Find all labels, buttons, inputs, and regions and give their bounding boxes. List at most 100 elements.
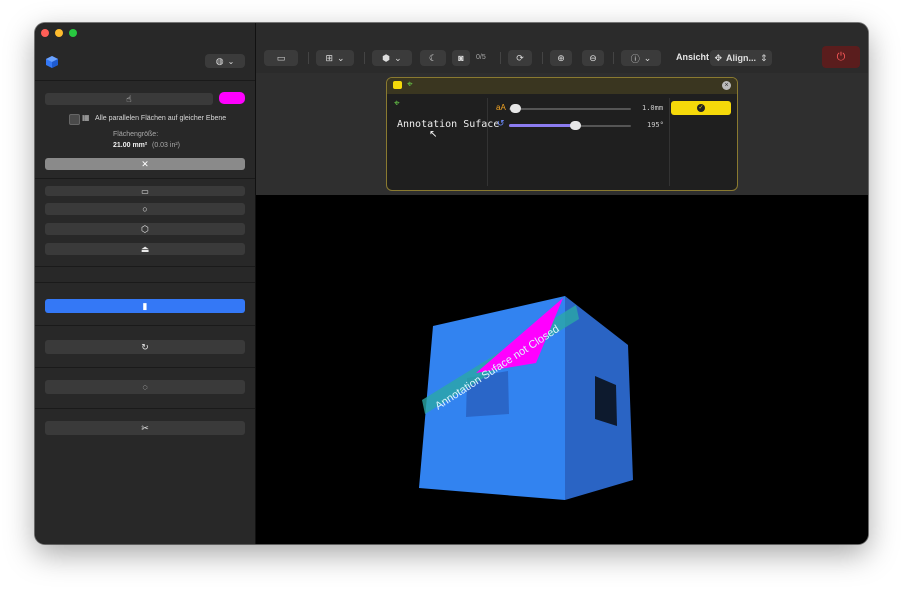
annotation-text-input[interactable]: Annotation Suface <box>397 119 499 130</box>
refresh-button[interactable]: ↻ <box>45 340 245 354</box>
cube-outline-icon: ⬡ <box>141 223 149 234</box>
chevron-down-icon: ⌄ <box>394 52 402 63</box>
target-icon[interactable]: ⌖ <box>394 98 400 109</box>
align-view-select[interactable]: ✥ Align... ⇕ <box>710 50 772 66</box>
grid-icon: ▦ <box>82 113 90 122</box>
area-value-inches: (0.03 in²) <box>152 142 181 149</box>
updown-chevron-icon: ⇕ <box>760 52 768 63</box>
mouse-cursor-icon: ↖ <box>429 129 438 140</box>
language-selector[interactable]: ◍ ⌄ <box>205 54 245 68</box>
toolbar-separator <box>542 52 543 64</box>
sidebar-divider <box>35 80 255 81</box>
sidebar: ◍ ⌄ ☝ ▦ Alle parallelen Flächen auf glei… <box>35 23 256 544</box>
annotation-panel: ⌖ × ⌖ Annotation Suface ↖ aA 1.0mm ↺ 195… <box>386 77 738 191</box>
toolbar-separator <box>364 52 365 64</box>
parallel-faces-checkbox[interactable] <box>69 114 80 125</box>
circle-icon: ○ <box>142 204 148 214</box>
camera-icon: ◙ <box>458 53 464 63</box>
layout-menu-button[interactable]: ⊞ ⌄ <box>316 50 354 66</box>
confirm-annotation-button[interactable]: ✓ <box>671 101 731 115</box>
cube-icon: ⬢ <box>382 52 391 63</box>
area-label: Flächengröße: <box>113 131 159 138</box>
loading-button[interactable]: ◌ <box>45 380 245 394</box>
tool-weight-button[interactable]: ⏏ <box>45 243 245 255</box>
spinner-icon: ◌ <box>142 382 148 392</box>
view-label: Ansicht <box>676 52 710 62</box>
ruler-icon: ▭ <box>141 186 149 196</box>
size-slider-track[interactable] <box>509 108 631 110</box>
open-folder-button[interactable]: ▭ <box>264 50 298 66</box>
column-separator <box>669 98 670 186</box>
tool-cube-button[interactable]: ⬡ <box>45 223 245 235</box>
zoom-out-icon: ⊖ <box>589 52 597 63</box>
window-controls <box>41 29 77 37</box>
area-value: 21.00 mm² <box>113 142 148 149</box>
info-icon: ⓘ <box>630 53 640 64</box>
3d-viewport[interactable]: Annotation Suface not Closed <box>256 195 868 544</box>
app-window: ◍ ⌄ ☝ ▦ Alle parallelen Flächen auf glei… <box>35 23 868 544</box>
tools-button[interactable]: ✂ <box>45 421 245 435</box>
toolbar-separator <box>308 52 309 64</box>
zoom-in-button[interactable]: ⊕ <box>550 50 572 66</box>
annotation-panel-body: ⌖ Annotation Suface ↖ aA 1.0mm ↺ 195° ✓ <box>387 94 737 190</box>
clear-selection-button[interactable]: ✕ <box>45 158 245 170</box>
highlight-color-well[interactable] <box>219 92 245 104</box>
size-slider-knob[interactable] <box>510 104 522 113</box>
size-value: 1.0mm <box>642 104 664 112</box>
sidebar-divider <box>35 408 255 409</box>
sidebar-divider <box>35 266 255 267</box>
column-separator <box>487 98 488 186</box>
chevron-down-icon: ⌄ <box>227 56 235 66</box>
move-arrows-icon: ✥ <box>714 52 722 63</box>
close-panel-icon[interactable]: × <box>722 81 731 90</box>
chevron-down-icon: ⌄ <box>337 52 345 63</box>
tools-icon: ✂ <box>141 422 149 433</box>
sidebar-divider <box>35 367 255 368</box>
select-surface-button[interactable]: ☝ <box>45 93 213 105</box>
screenshot-counter: 0/5 <box>476 54 486 61</box>
sidebar-divider <box>35 178 255 179</box>
maximize-window-button[interactable] <box>69 29 77 37</box>
rotation-slider-fill <box>509 124 575 127</box>
grid-layout-icon: ⊞ <box>325 52 333 63</box>
tool-ruler-button[interactable]: ▭ <box>45 186 245 196</box>
rotation-value: 195° <box>647 121 664 129</box>
zoom-in-icon: ⊕ <box>557 52 565 63</box>
screenshot-button[interactable]: ◙ <box>452 50 470 66</box>
checkmark-icon: ✓ <box>697 104 705 112</box>
minimize-window-button[interactable] <box>55 29 63 37</box>
app-logo-icon <box>46 56 58 68</box>
document-icon: ▮ <box>142 300 148 311</box>
toolbar: ▭ ⊞ ⌄ ⬢ ⌄ ☾ ◙ 0/5 ⟳ ⊕ ⊖ ⓘ ⌄ Ansicht ✥ Al… <box>256 23 868 73</box>
folder-icon: ▭ <box>276 52 286 63</box>
power-icon: ⏻ <box>836 50 846 63</box>
moon-icon: ☾ <box>428 52 438 63</box>
target-icon[interactable]: ⌖ <box>407 79 413 90</box>
text-size-icon: aA <box>496 103 506 112</box>
dark-mode-button[interactable]: ☾ <box>420 50 446 66</box>
toolbar-separator <box>500 52 501 64</box>
align-view-value: Align... <box>726 53 756 63</box>
weight-icon: ⏏ <box>140 243 150 254</box>
parallel-faces-label: Alle parallelen Flächen auf gleicher Ebe… <box>95 115 227 122</box>
globe-icon: ◍ <box>215 55 224 66</box>
clear-selection-label: ✕ <box>141 158 149 169</box>
hand-pointer-icon: ☝ <box>126 93 132 104</box>
close-window-button[interactable] <box>41 29 49 37</box>
zoom-out-button[interactable]: ⊖ <box>582 50 604 66</box>
info-menu-button[interactable]: ⓘ ⌄ <box>621 50 661 66</box>
rotation-slider-knob[interactable] <box>569 121 581 130</box>
comment-icon <box>393 81 402 89</box>
annotation-panel-header: ⌖ × <box>387 78 737 94</box>
rotate-icon: ⟳ <box>516 52 524 63</box>
reset-view-button[interactable]: ⟳ <box>508 50 532 66</box>
refresh-icon: ↻ <box>141 341 149 352</box>
model-canvas[interactable]: Annotation Suface not Closed <box>256 195 868 544</box>
object-menu-button[interactable]: ⬢ ⌄ <box>372 50 412 66</box>
tool-circle-button[interactable]: ○ <box>45 203 245 215</box>
export-document-button[interactable]: ▮ <box>45 299 245 313</box>
toolbar-separator <box>613 52 614 64</box>
sidebar-divider <box>35 282 255 283</box>
power-button[interactable]: ⏻ <box>822 46 860 68</box>
sidebar-divider <box>35 325 255 326</box>
